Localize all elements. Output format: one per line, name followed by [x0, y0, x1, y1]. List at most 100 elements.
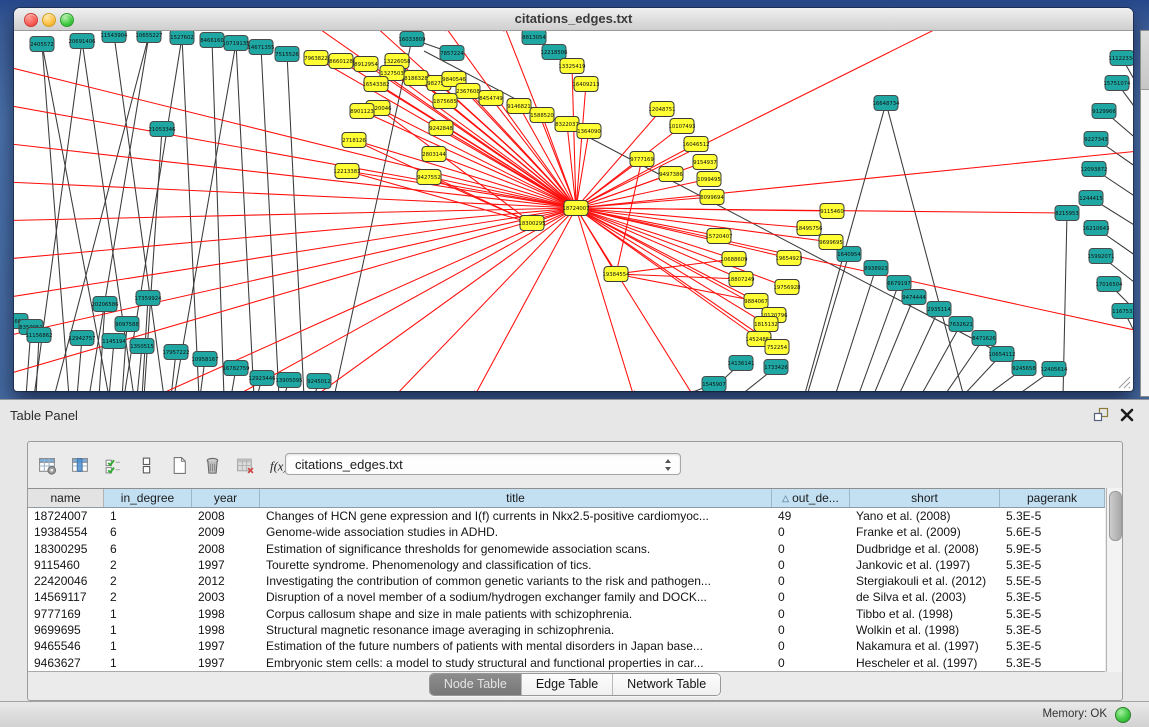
- graph-node[interactable]: 1733426: [764, 360, 788, 375]
- graph-node[interactable]: 7515526: [275, 47, 299, 62]
- window-resize-grip[interactable]: [1115, 373, 1131, 389]
- column-header-in_degree[interactable]: in_degree: [104, 489, 192, 507]
- graph-node[interactable]: 2803144: [422, 147, 446, 162]
- table-mode-icon[interactable]: [36, 455, 58, 475]
- table-row[interactable]: 1456911722003Disruption of a novel membe…: [28, 589, 1105, 605]
- show-columns-icon[interactable]: [69, 455, 91, 475]
- graph-node[interactable]: 9777169: [630, 152, 654, 167]
- delete-table-icon[interactable]: [234, 455, 256, 475]
- graph-node[interactable]: 8471626: [972, 331, 996, 346]
- graph-node[interactable]: 2935114: [927, 302, 951, 317]
- graph-node[interactable]: 9154937: [693, 155, 717, 170]
- tab-node-table[interactable]: Node Table: [430, 674, 522, 695]
- graph-node[interactable]: 1244415: [1079, 191, 1103, 206]
- graph-node[interactable]: 10107493: [669, 119, 696, 134]
- graph-node[interactable]: 16648734: [873, 96, 901, 111]
- table-row[interactable]: 911546021997Tourette syndrome. Phenomeno…: [28, 557, 1105, 573]
- graph-node[interactable]: 12093872: [1081, 162, 1108, 177]
- graph-node[interactable]: 1875685: [433, 94, 457, 109]
- column-header-out_degree[interactable]: △out_de...: [772, 489, 850, 507]
- column-header-pagerank[interactable]: pagerank: [1000, 489, 1105, 507]
- graph-node[interactable]: 9884067: [744, 294, 768, 309]
- graph-node[interactable]: 14136141: [728, 356, 755, 371]
- graph-node[interactable]: 16782759: [223, 361, 250, 376]
- table-row[interactable]: 977716911998Corpus callosum shape and si…: [28, 606, 1105, 622]
- graph-node[interactable]: 1545907: [702, 377, 726, 392]
- scrollbar-thumb[interactable]: [1109, 491, 1122, 541]
- graph-node[interactable]: 9474444: [902, 290, 926, 305]
- table-row[interactable]: 1938455462009Genome-wide association stu…: [28, 524, 1105, 540]
- graph-node[interactable]: 11122334: [1109, 51, 1133, 66]
- graph-node[interactable]: 8215953: [1055, 206, 1079, 221]
- graph-node[interactable]: 2367608: [456, 84, 480, 99]
- graph-node[interactable]: 8099694: [700, 190, 724, 205]
- graph-node[interactable]: 10719135: [223, 36, 250, 51]
- graph-node[interactable]: 16046512: [683, 137, 710, 152]
- graph-node[interactable]: 18300295: [519, 216, 546, 231]
- graph-node[interactable]: 8912954: [354, 57, 378, 72]
- graph-node[interactable]: 12942757: [69, 331, 96, 346]
- graph-node[interactable]: 1350515: [130, 339, 154, 354]
- table-row[interactable]: 946362711997Embryonic stem cells: a mode…: [28, 655, 1105, 671]
- graph-node[interactable]: 9146821: [507, 99, 531, 114]
- column-header-short[interactable]: short: [850, 489, 1000, 507]
- graph-node[interactable]: 18724007: [563, 201, 590, 216]
- graph-node[interactable]: 12923446: [249, 371, 277, 386]
- new-column-icon[interactable]: [168, 455, 190, 475]
- graph-node[interactable]: 17957222: [163, 345, 190, 360]
- graph-node[interactable]: 9227343: [1084, 132, 1108, 147]
- select-columns-icon[interactable]: [102, 455, 124, 475]
- graph-node[interactable]: 15992071: [1088, 249, 1115, 264]
- graph-node[interactable]: 1815132: [754, 317, 778, 332]
- graph-node[interactable]: 10958167: [192, 352, 219, 367]
- graph-node[interactable]: 9097588: [115, 317, 139, 332]
- graph-node[interactable]: 17016504: [1096, 277, 1124, 292]
- graph-node[interactable]: 7857224: [440, 46, 464, 61]
- graph-node[interactable]: 1588520: [530, 108, 554, 123]
- graph-node[interactable]: 1364090: [577, 124, 601, 139]
- graph-node[interactable]: 9497386: [659, 167, 683, 182]
- graph-node[interactable]: 10655227: [136, 31, 163, 43]
- graph-node[interactable]: 8660128: [329, 54, 353, 69]
- graph-node[interactable]: 18495756: [796, 221, 824, 236]
- table-row[interactable]: 946554611997Estimation of the future num…: [28, 638, 1105, 654]
- table-row[interactable]: 1872400712008Changes of HCN gene express…: [28, 508, 1105, 524]
- graph-node[interactable]: 10688609: [721, 252, 748, 267]
- table-scrollbar[interactable]: [1106, 488, 1122, 672]
- graph-node[interactable]: 13905095: [276, 373, 303, 388]
- graph-node[interactable]: 2718126: [342, 133, 366, 148]
- graph-node[interactable]: 9699695: [819, 235, 843, 250]
- graph-node[interactable]: 20691406: [69, 34, 97, 49]
- graph-node[interactable]: 15751074: [1104, 76, 1132, 91]
- float-panel-icon[interactable]: [1093, 407, 1109, 423]
- graph-node[interactable]: 12405614: [1041, 362, 1069, 377]
- graph-node[interactable]: 12048751: [649, 102, 676, 117]
- graph-node[interactable]: 8454749: [479, 91, 503, 106]
- graph-node[interactable]: 752254: [765, 340, 789, 355]
- table-row[interactable]: 1830029562008Estimation of significance …: [28, 541, 1105, 557]
- graph-node[interactable]: 9242848: [429, 121, 453, 136]
- graph-node[interactable]: 1145194: [102, 334, 126, 349]
- graph-node[interactable]: 9129966: [1092, 104, 1116, 119]
- graph-node[interactable]: 1099495: [697, 172, 721, 187]
- graph-node[interactable]: 19654923: [776, 251, 803, 266]
- graph-node[interactable]: 16543382: [363, 77, 390, 92]
- graph-node[interactable]: 1167533: [1112, 304, 1133, 319]
- graph-node[interactable]: 12213383: [334, 164, 361, 179]
- graph-node[interactable]: 8901123: [350, 104, 374, 119]
- graph-node[interactable]: 8322037: [555, 117, 579, 132]
- graph-node[interactable]: 9115460: [820, 204, 844, 219]
- graph-node[interactable]: 9245658: [1012, 361, 1036, 376]
- graph-node[interactable]: 1527602: [170, 31, 194, 45]
- column-header-name[interactable]: name: [28, 489, 104, 507]
- table-source-dropdown[interactable]: citations_edges.txt: [285, 453, 681, 475]
- graph-node[interactable]: 11156862: [26, 328, 53, 343]
- delete-columns-icon[interactable]: [201, 455, 223, 475]
- graph-node[interactable]: 9245012: [307, 374, 331, 389]
- graph-node[interactable]: 8186328: [404, 71, 428, 86]
- graph-node[interactable]: 20206586: [92, 297, 120, 312]
- table-row[interactable]: 2242004622012Investigating the contribut…: [28, 573, 1105, 589]
- graph-node[interactable]: 18807249: [728, 272, 755, 287]
- graph-node[interactable]: 10654112: [989, 347, 1016, 362]
- column-header-title[interactable]: title: [260, 489, 772, 507]
